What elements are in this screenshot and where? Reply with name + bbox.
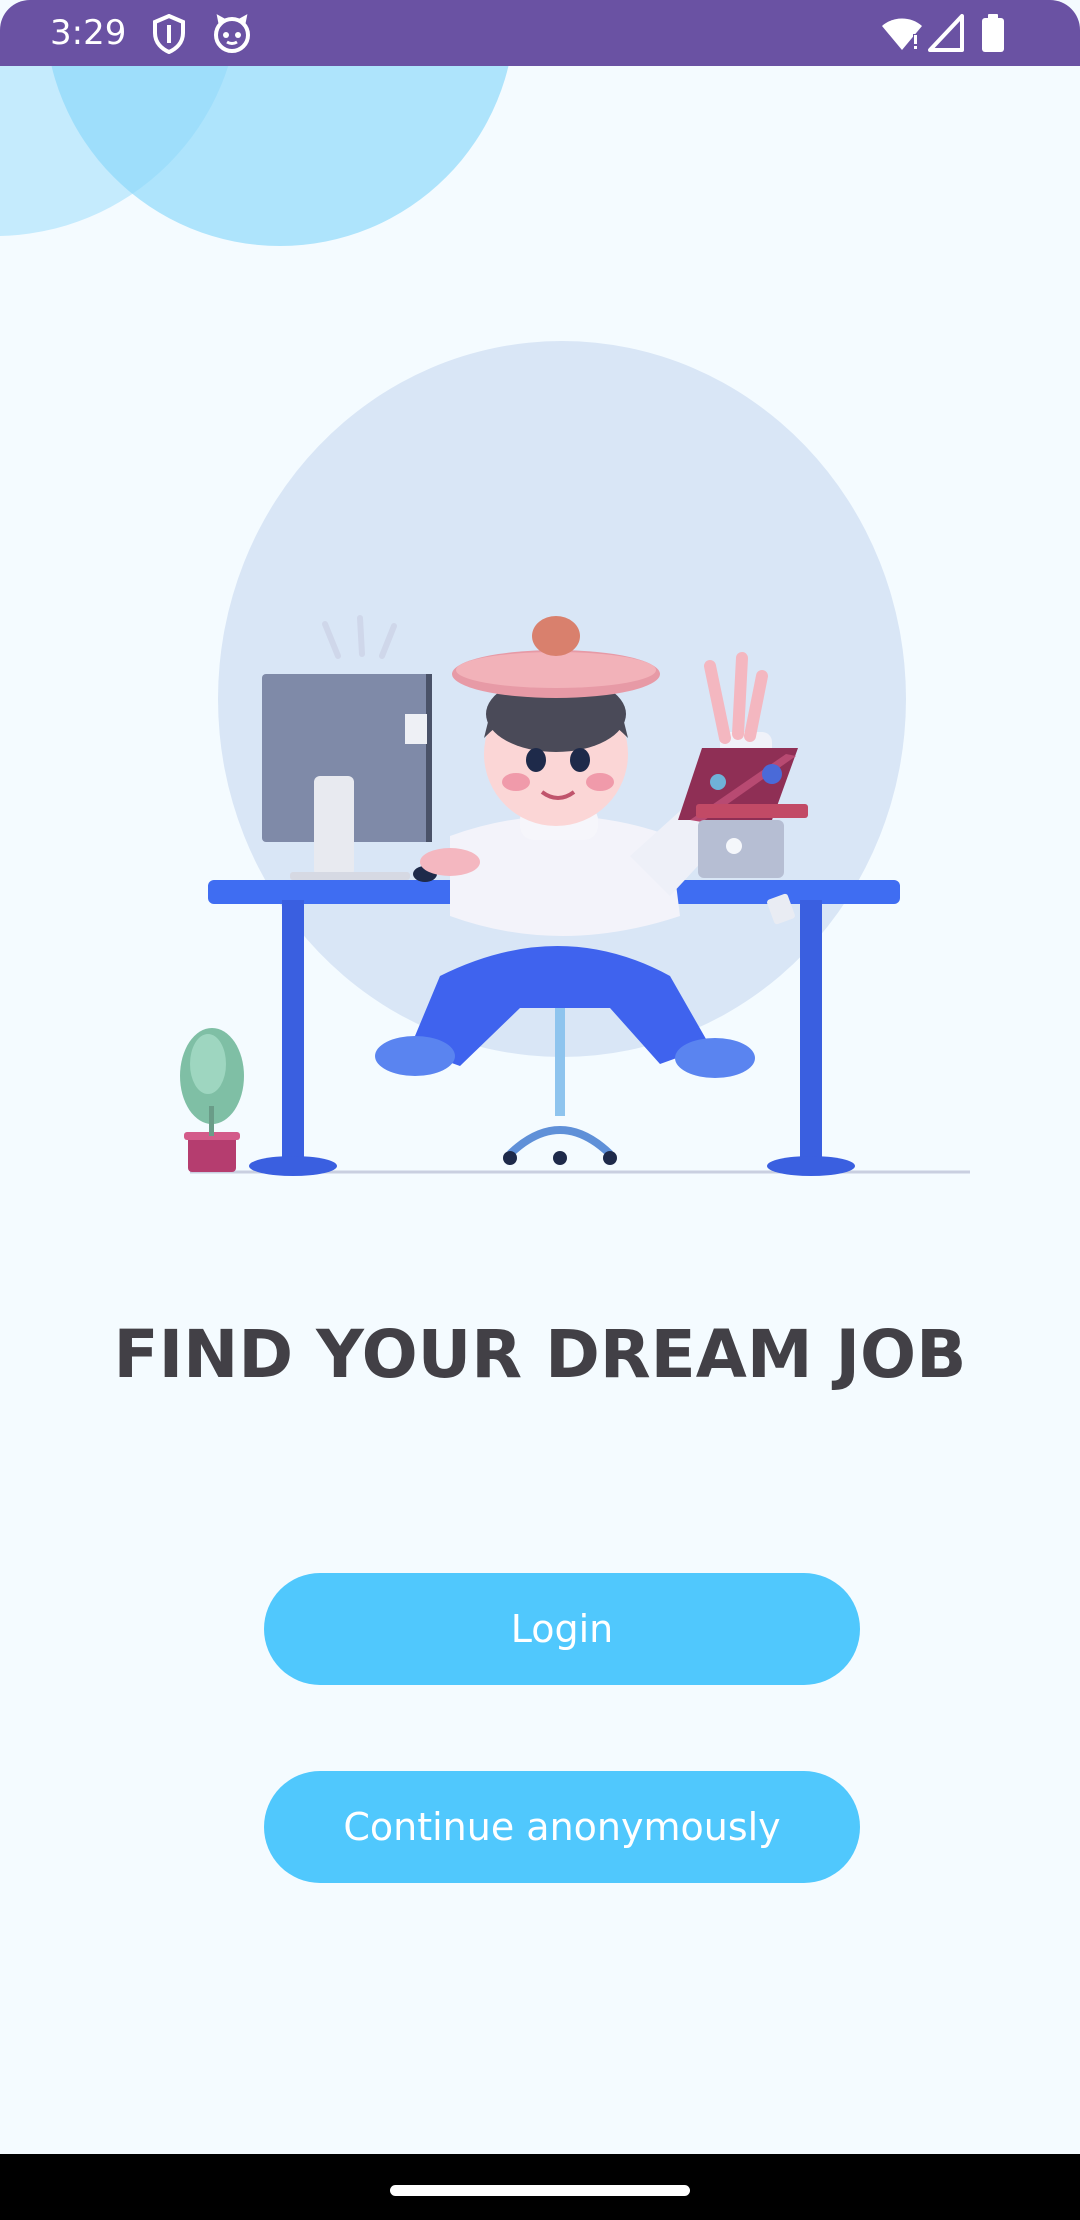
home-gesture-handle[interactable] [390,2185,690,2196]
shield-icon [152,13,186,58]
navigation-bar [0,2154,1080,2220]
status-time: 3:29 [50,13,127,53]
battery-icon [980,14,1006,56]
wifi-icon [880,14,924,56]
signal-icon [928,14,964,56]
login-button[interactable]: Login [264,1573,860,1685]
job-search-illustration [180,341,970,1176]
continue-anonymously-button[interactable]: Continue anonymously [264,1771,860,1883]
plant [180,1028,244,1172]
page-title: FIND YOUR DREAM JOB [113,1316,967,1393]
status-bar: 3:29 [0,0,1080,66]
cat-face-icon [212,14,252,58]
welcome-screen: FIND YOUR DREAM JOB Login Continue anony… [0,66,1080,2154]
